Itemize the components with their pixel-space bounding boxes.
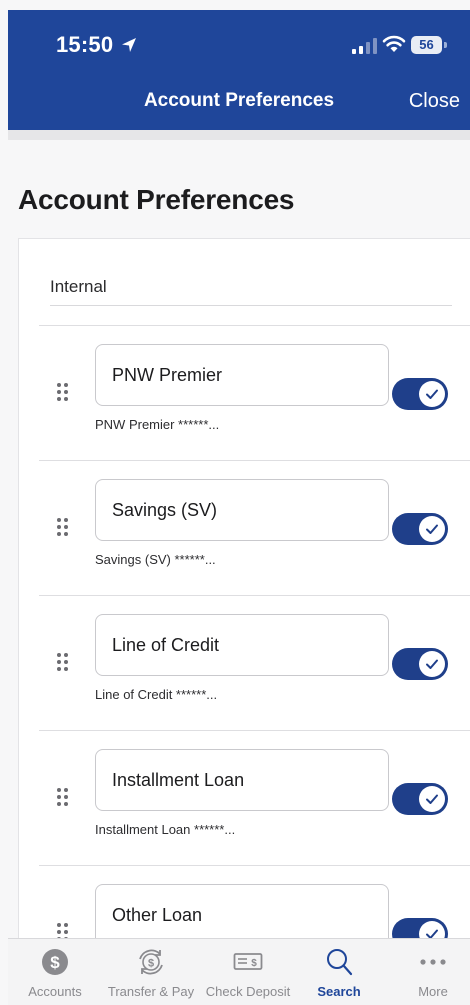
account-visibility-toggle[interactable] xyxy=(392,513,448,545)
nav-title: Account Preferences xyxy=(143,90,335,111)
account-name-field[interactable]: Savings (SV) xyxy=(95,479,389,541)
tab-check-deposit[interactable]: $ Check Deposit xyxy=(200,939,296,1005)
account-masked-number: Installment Loan ******... xyxy=(95,822,236,837)
preferences-card: Internal PNW Premier PNW Premier ******.… xyxy=(18,238,470,1005)
battery-level: 56 xyxy=(411,36,442,54)
checkmark-icon xyxy=(426,389,438,399)
battery-tip xyxy=(444,42,447,48)
section-divider xyxy=(50,305,452,306)
check-icon: $ xyxy=(233,953,263,970)
toggle-knob xyxy=(419,786,445,812)
account-visibility-toggle[interactable] xyxy=(392,783,448,815)
drag-handle-icon[interactable] xyxy=(57,788,71,810)
checkmark-icon xyxy=(426,794,438,804)
account-row: PNW Premier PNW Premier ******... xyxy=(39,325,470,461)
tab-search[interactable]: Search xyxy=(296,939,382,1005)
checkmark-icon xyxy=(426,659,438,669)
drag-handle-icon[interactable] xyxy=(57,653,71,675)
section-label-internal: Internal xyxy=(50,277,107,296)
dollar-coin-icon: $ xyxy=(42,949,68,975)
checkmark-icon xyxy=(426,524,438,534)
account-row: Savings (SV) Savings (SV) ******... xyxy=(39,460,470,596)
cellular-signal-icon xyxy=(352,38,377,54)
close-button[interactable]: Close xyxy=(409,90,460,113)
account-masked-number: PNW Premier ******... xyxy=(95,417,220,432)
status-bar: 15:50 56 xyxy=(8,10,470,82)
tab-label: Accounts xyxy=(28,984,82,999)
drag-handle-icon[interactable] xyxy=(57,383,71,405)
transfer-cycle-icon: $ xyxy=(139,949,163,975)
toggle-knob xyxy=(419,381,445,407)
tab-label: More xyxy=(418,984,448,999)
battery-indicator: 56 xyxy=(411,36,447,54)
drag-handle-icon[interactable] xyxy=(57,518,71,540)
toggle-knob xyxy=(419,651,445,677)
wifi-icon xyxy=(382,35,406,52)
status-time: 15:50 xyxy=(56,32,114,57)
app-screen: 15:50 56 Account Preferences Close Accou… xyxy=(0,0,470,1005)
tab-transfer-pay[interactable]: $ Transfer & Pay xyxy=(102,939,200,1005)
account-name-field[interactable]: Other Loan xyxy=(95,884,389,946)
tab-label: Search xyxy=(317,984,361,999)
svg-text:$: $ xyxy=(148,958,154,970)
header-shadow xyxy=(8,130,470,140)
svg-text:$: $ xyxy=(50,953,60,972)
svg-text:$: $ xyxy=(251,958,257,969)
account-masked-number: Line of Credit ******... xyxy=(95,687,218,702)
tab-accounts[interactable]: $ Accounts xyxy=(8,939,102,1005)
tab-more[interactable]: More xyxy=(390,939,470,1005)
toggle-knob xyxy=(419,516,445,542)
account-row: Installment Loan Installment Loan ******… xyxy=(39,730,470,866)
bottom-tab-bar: $ Accounts $ Transfer & Pay $ Check Depo… xyxy=(8,938,470,1005)
account-masked-number: Savings (SV) ******... xyxy=(95,552,216,567)
account-name-field[interactable]: Installment Loan xyxy=(95,749,389,811)
account-row: Line of Credit Line of Credit ******... xyxy=(39,595,470,731)
page-title: Account Preferences xyxy=(18,184,295,215)
account-name-field[interactable]: Line of Credit xyxy=(95,614,389,676)
account-visibility-toggle[interactable] xyxy=(392,378,448,410)
search-icon xyxy=(327,949,353,976)
account-visibility-toggle[interactable] xyxy=(392,648,448,680)
tab-label: Check Deposit xyxy=(205,984,291,999)
top-header: 15:50 56 Account Preferences Close xyxy=(8,10,470,130)
account-name-field[interactable]: PNW Premier xyxy=(95,344,389,406)
location-arrow-icon xyxy=(122,38,136,52)
more-dots-icon xyxy=(420,959,446,965)
tab-label: Transfer & Pay xyxy=(107,984,195,999)
